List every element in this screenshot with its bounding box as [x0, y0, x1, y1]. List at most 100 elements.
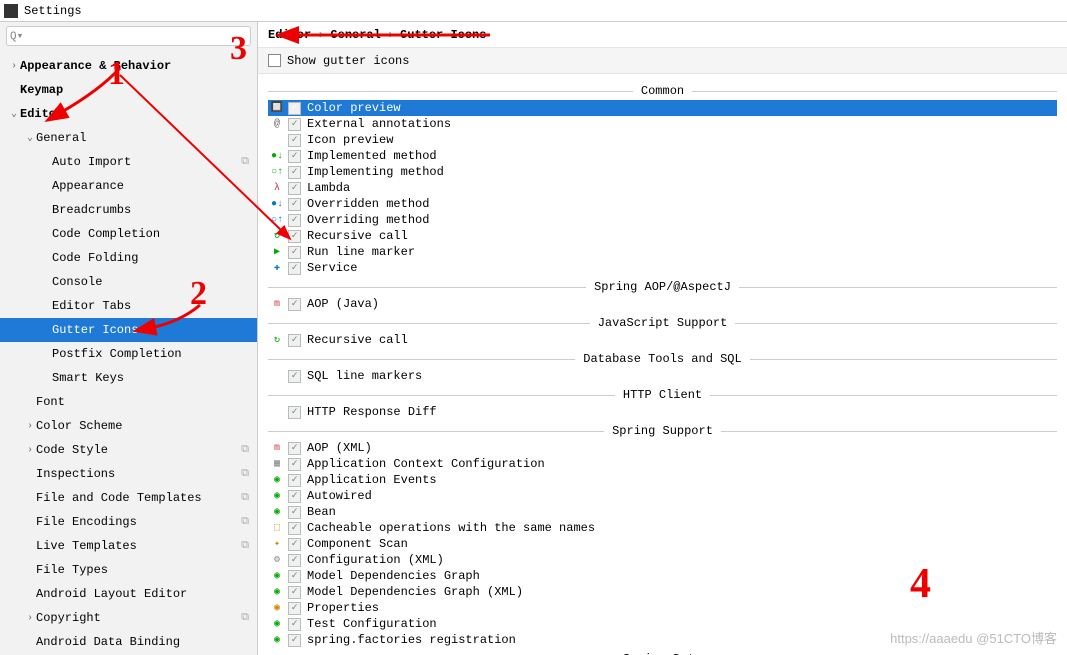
gutter-icon-checkbox[interactable]	[288, 134, 301, 147]
gutter-icon-row[interactable]: ▦Application Context Configuration	[268, 456, 1057, 472]
tree-item-appearance[interactable]: Appearance	[0, 174, 257, 198]
gutter-icon-row[interactable]: mAOP (Java)	[268, 296, 1057, 312]
gutter-icon-label: Implementing method	[305, 165, 444, 179]
gutter-icon-checkbox[interactable]	[288, 458, 301, 471]
tree-item-gutter-icons[interactable]: Gutter Icons	[0, 318, 257, 342]
tree-item-general[interactable]: ⌄General	[0, 126, 257, 150]
gutter-icon-row[interactable]: ○↑Overriding method	[268, 212, 1057, 228]
gutter-icon-checkbox[interactable]	[288, 602, 301, 615]
tree-item-label: Auto Import	[52, 155, 241, 169]
gutter-icon-row[interactable]: mAOP (XML)	[268, 440, 1057, 456]
gutter-icon-row[interactable]: ↻Recursive call	[268, 332, 1057, 348]
tree-item-breadcrumbs[interactable]: Breadcrumbs	[0, 198, 257, 222]
gutter-icon-row[interactable]: ◉Test Configuration	[268, 616, 1057, 632]
gutter-icon-checkbox[interactable]	[288, 474, 301, 487]
tree-item-code-completion[interactable]: Code Completion	[0, 222, 257, 246]
tree-item-inspections[interactable]: Inspections⧉	[0, 462, 257, 486]
settings-tree[interactable]: ›Appearance & BehaviorKeymap⌄Editor⌄Gene…	[0, 50, 257, 655]
breadcrumb-editor[interactable]: Editor	[268, 28, 311, 42]
tree-item-keymap[interactable]: Keymap	[0, 78, 257, 102]
tree-item-label: File Encodings	[36, 515, 241, 529]
tree-item-postfix-completion[interactable]: Postfix Completion	[0, 342, 257, 366]
gutter-icon-checkbox[interactable]	[288, 570, 301, 583]
divider	[739, 287, 1057, 288]
gutter-icon-checkbox[interactable]	[288, 118, 301, 131]
tree-item-label: File and Code Templates	[36, 491, 241, 505]
gutter-icon-checkbox[interactable]	[288, 538, 301, 551]
gutter-icon-row[interactable]: ◉Model Dependencies Graph	[268, 568, 1057, 584]
tree-item-android-data-binding[interactable]: Android Data Binding	[0, 630, 257, 654]
gutter-icon-checkbox[interactable]	[288, 246, 301, 259]
gutter-icon-checkbox[interactable]	[288, 442, 301, 455]
gutter-icon-label: External annotations	[305, 117, 451, 131]
gutter-icon-checkbox[interactable]	[288, 554, 301, 567]
gutter-icon-checkbox[interactable]	[288, 230, 301, 243]
tree-item-editor[interactable]: ⌄Editor	[0, 102, 257, 126]
tree-item-copyright[interactable]: ›Copyright⧉	[0, 606, 257, 630]
tree-item-label: Android Layout Editor	[36, 587, 249, 601]
tree-item-code-folding[interactable]: Code Folding	[0, 246, 257, 270]
gutter-icon-checkbox[interactable]	[288, 102, 301, 115]
gutter-icon-row[interactable]: SQL line markers	[268, 368, 1057, 384]
gutter-icon-checkbox[interactable]	[288, 198, 301, 211]
gutter-icon-checkbox[interactable]	[288, 618, 301, 631]
gutter-icon-row[interactable]: ○↑Implementing method	[268, 164, 1057, 180]
tree-item-font[interactable]: Font	[0, 390, 257, 414]
tree-item-appearance-behavior[interactable]: ›Appearance & Behavior	[0, 54, 257, 78]
gutter-icon: ●↓	[270, 197, 284, 211]
gutter-icon-checkbox[interactable]	[288, 406, 301, 419]
gutter-icon-row[interactable]: ◉Properties	[268, 600, 1057, 616]
gutter-icon-checkbox[interactable]	[288, 506, 301, 519]
gutter-icon-row[interactable]: ◉spring.factories registration	[268, 632, 1057, 648]
show-gutter-icons-checkbox[interactable]	[268, 54, 281, 67]
tree-item-file-encodings[interactable]: File Encodings⧉	[0, 510, 257, 534]
gutter-icon-row[interactable]: ⚙Configuration (XML)	[268, 552, 1057, 568]
gutter-icon-row[interactable]: ●↓Overridden method	[268, 196, 1057, 212]
tree-item-color-scheme[interactable]: ›Color Scheme	[0, 414, 257, 438]
gutter-icon-checkbox[interactable]	[288, 166, 301, 179]
gutter-icon-row[interactable]: Icon preview	[268, 132, 1057, 148]
gutter-icon-row[interactable]: ✚Service	[268, 260, 1057, 276]
gutter-icon-checkbox[interactable]	[288, 298, 301, 311]
gutter-icon-row[interactable]: ●↓Implemented method	[268, 148, 1057, 164]
gutter-icon-row[interactable]: ◉Bean	[268, 504, 1057, 520]
gutter-icon	[270, 133, 284, 147]
divider	[268, 359, 575, 360]
tree-item-file-and-code-templates[interactable]: File and Code Templates⧉	[0, 486, 257, 510]
gutter-icon-checkbox[interactable]	[288, 262, 301, 275]
gutter-icon-checkbox[interactable]	[288, 634, 301, 647]
gutter-icon-checkbox[interactable]	[288, 370, 301, 383]
gutter-icon-checkbox[interactable]	[288, 490, 301, 503]
gutter-icon-row[interactable]: ⬚Cacheable operations with the same name…	[268, 520, 1057, 536]
gutter-icon-checkbox[interactable]	[288, 182, 301, 195]
tree-item-file-types[interactable]: File Types	[0, 558, 257, 582]
gutter-icon-checkbox[interactable]	[288, 214, 301, 227]
tree-item-android-layout-editor[interactable]: Android Layout Editor	[0, 582, 257, 606]
gutter-icon-label: SQL line markers	[305, 369, 422, 383]
tree-item-live-templates[interactable]: Live Templates⧉	[0, 534, 257, 558]
tree-item-auto-import[interactable]: Auto Import⧉	[0, 150, 257, 174]
tree-item-smart-keys[interactable]: Smart Keys	[0, 366, 257, 390]
gutter-icon-row[interactable]: ◉Application Events	[268, 472, 1057, 488]
gutter-icon-row[interactable]: ◉Autowired	[268, 488, 1057, 504]
gutter-icon-checkbox[interactable]	[288, 586, 301, 599]
gutter-icon-row[interactable]: ↻Recursive call	[268, 228, 1057, 244]
gutter-icon-checkbox[interactable]	[288, 334, 301, 347]
tree-item-editor-tabs[interactable]: Editor Tabs	[0, 294, 257, 318]
gutter-icon-row[interactable]: ▶Run line marker	[268, 244, 1057, 260]
breadcrumb-general[interactable]: General	[330, 28, 380, 42]
gutter-icon-checkbox[interactable]	[288, 150, 301, 163]
gutter-icon-row[interactable]: 🔲Color preview	[268, 100, 1057, 116]
gutter-icon-checkbox[interactable]	[288, 522, 301, 535]
search-input[interactable]	[6, 26, 251, 46]
gutter-icon-row[interactable]: HTTP Response Diff	[268, 404, 1057, 420]
gutter-icon-row[interactable]: λLambda	[268, 180, 1057, 196]
tree-item-console[interactable]: Console	[0, 270, 257, 294]
tree-item-code-style[interactable]: ›Code Style⧉	[0, 438, 257, 462]
gutter-icon-row[interactable]: @External annotations	[268, 116, 1057, 132]
gutter-icon-row[interactable]: ✦Component Scan	[268, 536, 1057, 552]
gutter-icons-list[interactable]: Common🔲Color preview@External annotation…	[258, 74, 1067, 655]
gutter-icon-row[interactable]: ◉Model Dependencies Graph (XML)	[268, 584, 1057, 600]
show-gutter-icons-row[interactable]: Show gutter icons	[258, 48, 1067, 74]
scope-icon: ⧉	[241, 612, 249, 624]
